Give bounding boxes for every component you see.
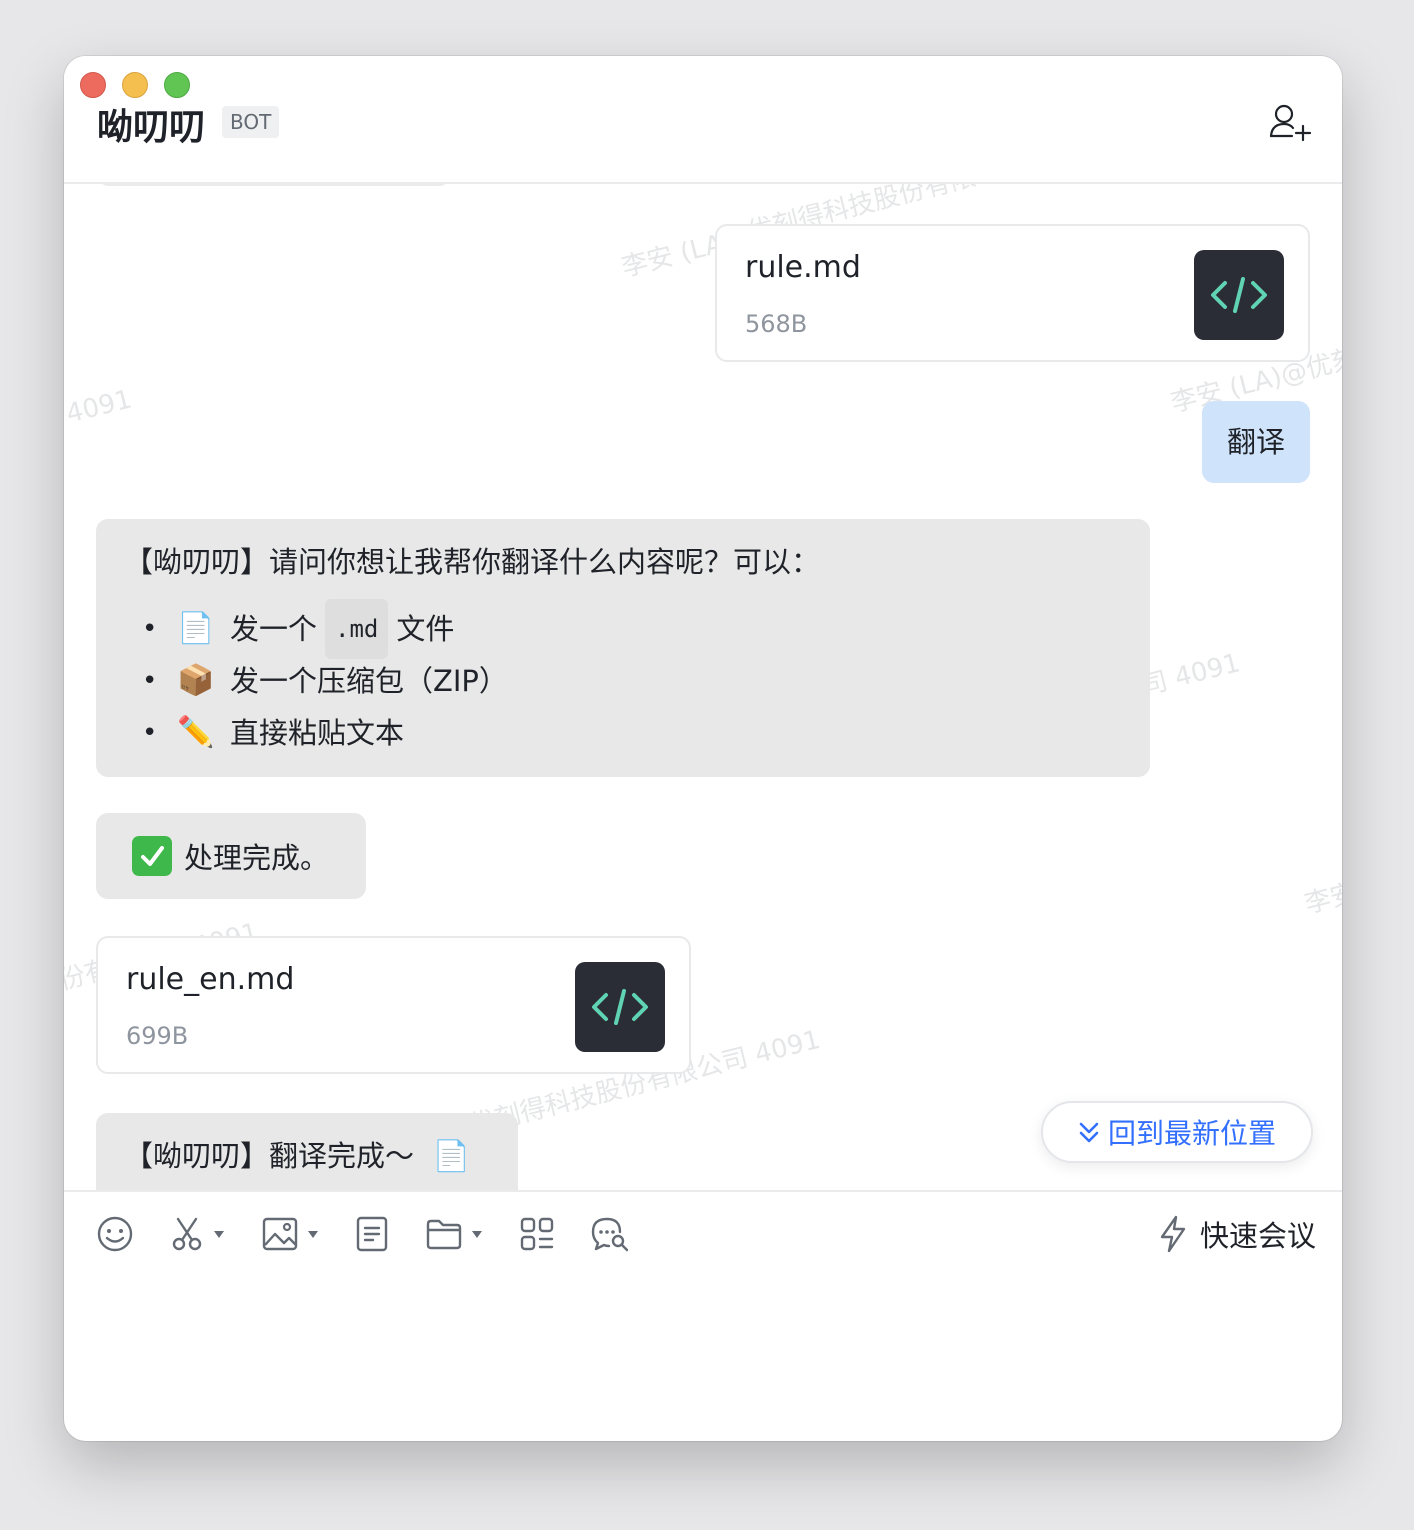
folder-button[interactable]: [426, 1212, 482, 1256]
image-icon: [262, 1217, 298, 1251]
file-name: rule_en.md: [126, 962, 295, 997]
message-text: 处理完成。: [184, 841, 330, 875]
list-item: 📦 发一个压缩包（ZIP）: [124, 655, 1122, 707]
add-member-button[interactable]: [1268, 102, 1312, 142]
list-item: 📄 发一个 .md 文件: [124, 599, 1122, 659]
message-input[interactable]: [64, 1278, 1342, 1441]
watermark: 司 4091: [1138, 648, 1244, 702]
chat-title: 呦叨叨: [97, 107, 206, 148]
window-controls: [80, 72, 190, 98]
chevron-down-icon[interactable]: [472, 1230, 482, 1238]
watermark: 4091: [64, 384, 135, 430]
bot-message-prompt[interactable]: 【呦叨叨】请问你想让我帮你翻译什么内容呢？可以： 📄 发一个 .md 文件 📦 …: [96, 519, 1150, 777]
bot-message-done[interactable]: 处理完成。: [96, 813, 366, 899]
watermark: 李安: [1301, 878, 1342, 920]
emoji-button[interactable]: [96, 1212, 134, 1256]
message-text: 翻译: [1226, 425, 1285, 459]
file-card-sent[interactable]: rule.md 568B: [715, 224, 1310, 362]
pencil-icon: ✏️: [177, 715, 215, 750]
maximize-window-button[interactable]: [164, 72, 190, 98]
message-text: 【呦叨叨】翻译完成～: [124, 1139, 415, 1173]
jump-button-label: 回到最新位置: [1107, 1117, 1276, 1150]
code-file-icon: [575, 962, 665, 1052]
file-name: rule.md: [745, 250, 861, 285]
message-text: 【呦叨叨】请问你想让我帮你翻译什么内容呢？可以：: [124, 545, 821, 579]
apps-grid-icon: [520, 1217, 554, 1251]
quick-meeting-label: 快速会议: [1199, 1219, 1316, 1253]
lightning-icon: [1160, 1215, 1186, 1253]
folder-icon: [426, 1219, 462, 1250]
chevron-double-down-icon: [1079, 1122, 1099, 1143]
file-card-received[interactable]: rule_en.md 699B: [96, 936, 691, 1074]
code-file-icon: [1194, 250, 1284, 340]
close-window-button[interactable]: [80, 72, 106, 98]
screenshot-button[interactable]: [170, 1212, 224, 1256]
previous-message-edge: [100, 184, 448, 186]
page-icon: 📄: [432, 1139, 470, 1174]
image-button[interactable]: [262, 1212, 318, 1256]
bot-message-final[interactable]: 【呦叨叨】翻译完成～ 📄: [96, 1113, 518, 1190]
file-size: 568B: [745, 310, 808, 338]
document-icon: [356, 1216, 388, 1252]
bot-badge: BOT: [222, 106, 280, 138]
option-list: 📄 发一个 .md 文件 📦 发一个压缩包（ZIP） ✏️ 直接粘贴文本: [124, 599, 1122, 759]
apps-button[interactable]: [520, 1212, 554, 1256]
chevron-down-icon[interactable]: [214, 1230, 224, 1238]
quick-meeting-button[interactable]: 快速会议: [1158, 1212, 1316, 1256]
document-button[interactable]: [356, 1212, 388, 1256]
chat-search-icon: [591, 1217, 629, 1252]
add-user-icon: [1269, 104, 1312, 142]
minimize-window-button[interactable]: [122, 72, 148, 98]
jump-to-latest-button[interactable]: 回到最新位置: [1041, 1101, 1313, 1163]
list-item: ✏️ 直接粘贴文本: [124, 707, 1122, 759]
chat-search-button[interactable]: [590, 1212, 630, 1256]
screenshot-scissors-icon: [172, 1217, 202, 1251]
inline-code: .md: [325, 599, 389, 659]
chat-header: 呦叨叨 BOT: [64, 56, 1342, 184]
page-icon: 📄: [177, 611, 215, 646]
check-mark-icon: [132, 836, 172, 876]
emoji-icon: [97, 1216, 133, 1252]
message-list[interactable]: 李安 (LA) 优刻得科技股份有限 4091 李安 (LA)@优刻 司 4091…: [64, 184, 1342, 1190]
input-toolbar: 快速会议: [64, 1190, 1342, 1278]
user-message[interactable]: 翻译: [1202, 401, 1310, 483]
file-size: 699B: [126, 1022, 189, 1050]
package-icon: 📦: [177, 663, 215, 698]
chat-window: 李安 (LA) 优刻得科技股份有限 4091 李安 (LA)@优刻 司 4091…: [64, 56, 1342, 1441]
chevron-down-icon[interactable]: [308, 1230, 318, 1238]
